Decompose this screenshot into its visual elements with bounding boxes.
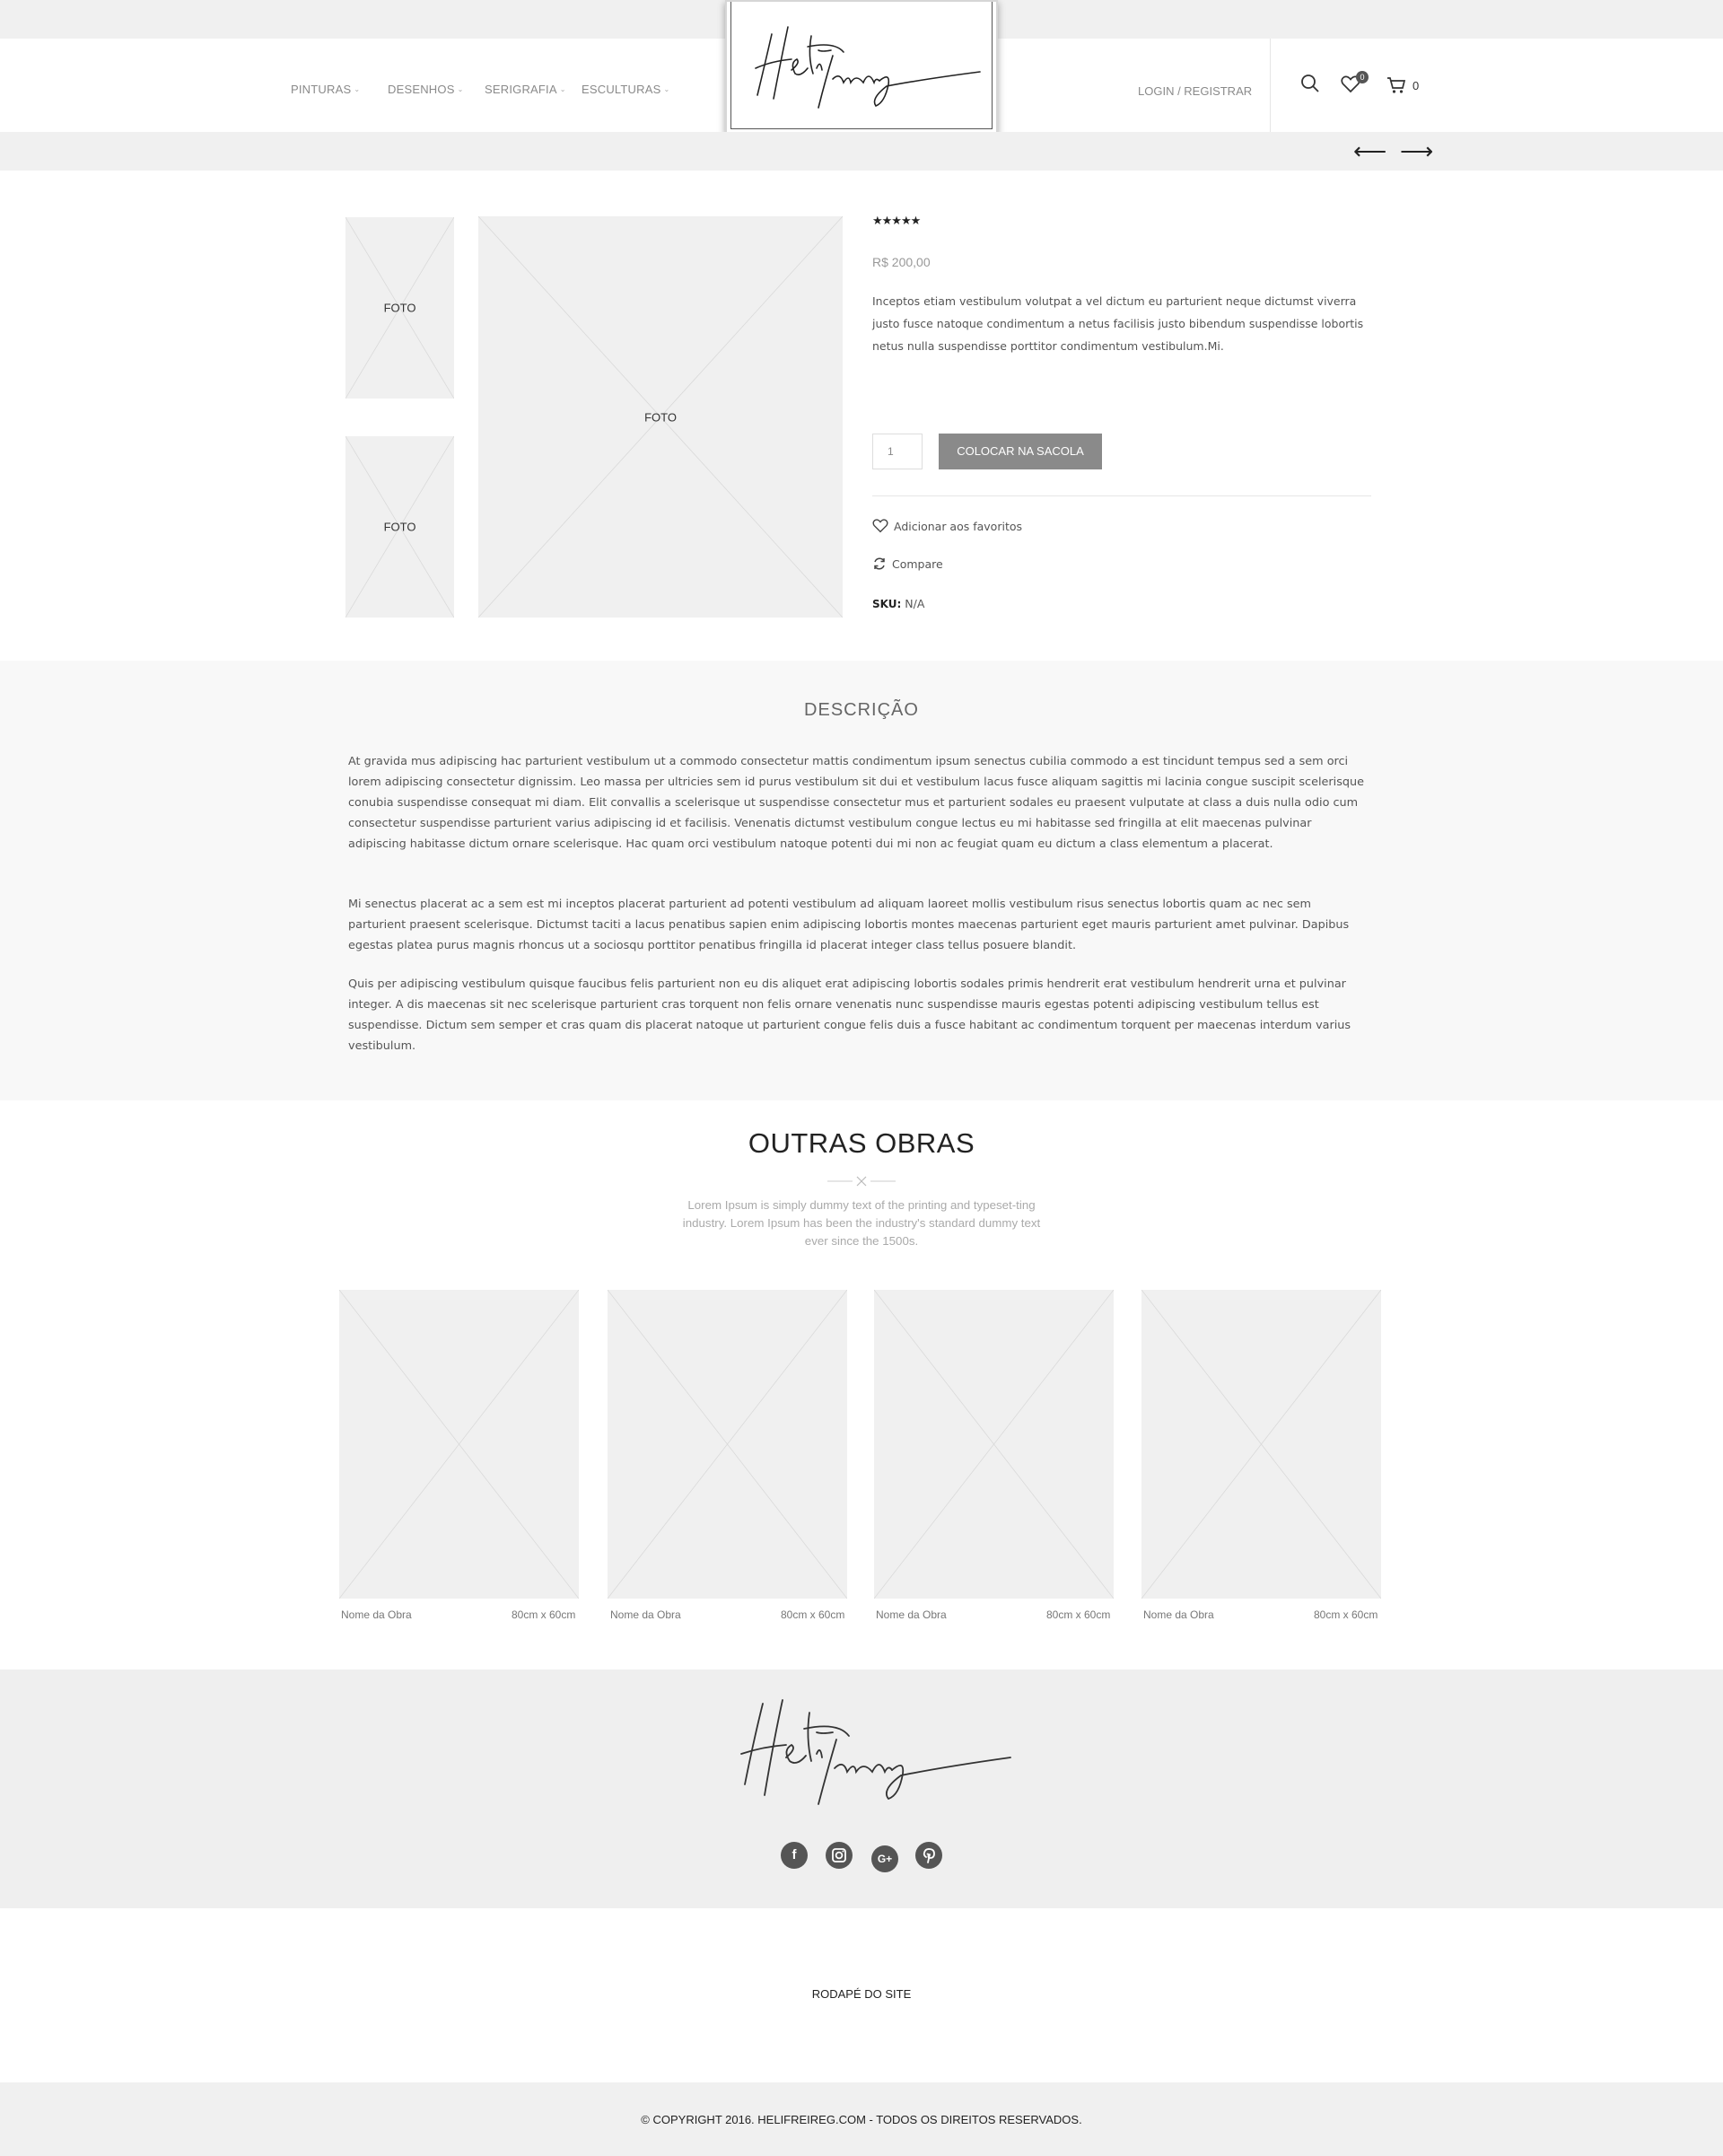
product-thumbnail[interactable]: FOTO bbox=[345, 217, 454, 399]
section-title: OUTRAS OBRAS bbox=[748, 1127, 975, 1159]
placeholder-cross bbox=[874, 1290, 1114, 1599]
cart-count: 0 bbox=[1413, 79, 1420, 92]
artwork-card-image[interactable] bbox=[1141, 1290, 1381, 1599]
wishlist-count-badge: 0 bbox=[1356, 71, 1369, 83]
chevron-down-icon: ⌄ bbox=[457, 85, 464, 93]
sku-row: SKU: N/A bbox=[872, 597, 924, 610]
compare-icon bbox=[872, 557, 887, 574]
sku-value: N/A bbox=[905, 597, 925, 610]
artwork-size: 80cm x 60cm bbox=[781, 1608, 845, 1621]
artwork-size: 80cm x 60cm bbox=[1046, 1608, 1111, 1621]
artwork-card-image[interactable] bbox=[608, 1290, 847, 1599]
artwork-size: 80cm x 60cm bbox=[1314, 1608, 1378, 1621]
artwork-card-image[interactable] bbox=[339, 1290, 579, 1599]
sku-key: SKU: bbox=[872, 598, 902, 610]
artwork-name[interactable]: Nome da Obra bbox=[341, 1608, 412, 1621]
product-short-description: Inceptos etiam vestibulum volutpat a vel… bbox=[872, 294, 1364, 353]
divider bbox=[872, 495, 1371, 496]
nav-item-esculturas[interactable]: ESCULTURAS ⌄ bbox=[582, 83, 669, 96]
artwork-card-image[interactable] bbox=[874, 1290, 1114, 1599]
arrow-right-icon[interactable]: ⟶ bbox=[1400, 139, 1433, 162]
copyright-text: © COPYRIGHT 2016. HELIFREIREG.COM - TODO… bbox=[641, 2113, 1082, 2126]
product-main-image[interactable]: FOTO bbox=[478, 216, 843, 618]
nav-item-label: PINTURAS bbox=[291, 83, 352, 96]
compare-label: Compare bbox=[892, 557, 943, 571]
nav-item-serigrafia[interactable]: SERIGRAFIA ⌄ bbox=[485, 83, 566, 96]
site-footer-label: RODAPÉ DO SITE bbox=[811, 1987, 912, 2001]
instagram-icon[interactable] bbox=[826, 1842, 853, 1869]
quantity-input[interactable]: 1 bbox=[872, 434, 923, 469]
nav-item-label: DESENHOS bbox=[388, 83, 455, 96]
rating-stars: ★★★★★ bbox=[872, 214, 921, 227]
nav-item-label: ESCULTURAS bbox=[582, 83, 661, 96]
placeholder-cross bbox=[1141, 1290, 1381, 1599]
arrow-left-icon[interactable]: ⟵ bbox=[1353, 139, 1386, 162]
chevron-down-icon: ⌄ bbox=[663, 85, 670, 93]
chevron-down-icon: ⌄ bbox=[559, 85, 566, 93]
site-logo[interactable] bbox=[725, 0, 998, 135]
nav-item-pinturas[interactable]: PINTURAS ⌄ bbox=[291, 83, 360, 96]
description-paragraph: Mi senectus placerat ac a sem est mi inc… bbox=[348, 898, 1350, 952]
placeholder-cross bbox=[339, 1290, 579, 1599]
artwork-name[interactable]: Nome da Obra bbox=[1143, 1608, 1214, 1621]
description-title: DESCRIÇÃO bbox=[804, 700, 919, 720]
nav-item-desenhos[interactable]: DESENHOS ⌄ bbox=[388, 83, 463, 96]
search-icon[interactable] bbox=[1300, 74, 1320, 98]
wishlist-label: Adicionar aos favoritos bbox=[894, 520, 1022, 533]
description-paragraph: At gravida mus adipiscing hac parturient… bbox=[348, 755, 1364, 851]
nav-item-label: SERIGRAFIA bbox=[485, 83, 557, 96]
image-placeholder-label: FOTO bbox=[383, 301, 416, 315]
artwork-name[interactable]: Nome da Obra bbox=[610, 1608, 681, 1621]
signature-logo bbox=[755, 26, 981, 109]
login-register-link[interactable]: LOGIN / REGISTRAR bbox=[1138, 84, 1252, 98]
facebook-icon[interactable]: f bbox=[781, 1842, 808, 1869]
product-price: R$ 200,00 bbox=[872, 255, 931, 269]
header-divider bbox=[1270, 39, 1271, 132]
pinterest-icon[interactable] bbox=[915, 1842, 942, 1869]
add-to-wishlist-link[interactable]: Adicionar aos favoritos bbox=[872, 519, 1022, 536]
heart-icon bbox=[872, 519, 888, 536]
artwork-size: 80cm x 60cm bbox=[512, 1608, 576, 1621]
compare-link[interactable]: Compare bbox=[872, 557, 943, 574]
google-plus-icon[interactable]: G+ bbox=[871, 1845, 898, 1872]
footer-signature-logo bbox=[740, 1699, 1011, 1805]
breadcrumb-bar bbox=[0, 132, 1723, 171]
section-subtitle: Lorem Ipsum is simply dummy text of the … bbox=[682, 1198, 1041, 1248]
title-separator-icon bbox=[827, 1176, 896, 1187]
artwork-name[interactable]: Nome da Obra bbox=[876, 1608, 947, 1621]
product-thumbnail[interactable]: FOTO bbox=[345, 436, 454, 618]
description-paragraph: Quis per adipiscing vestibulum quisque f… bbox=[348, 977, 1351, 1053]
cart-icon[interactable] bbox=[1386, 76, 1406, 99]
image-placeholder-label: FOTO bbox=[383, 520, 416, 534]
image-placeholder-label: FOTO bbox=[644, 410, 677, 424]
placeholder-cross bbox=[608, 1290, 847, 1599]
chevron-down-icon: ⌄ bbox=[354, 85, 361, 93]
add-to-cart-button[interactable]: COLOCAR NA SACOLA bbox=[939, 434, 1102, 469]
